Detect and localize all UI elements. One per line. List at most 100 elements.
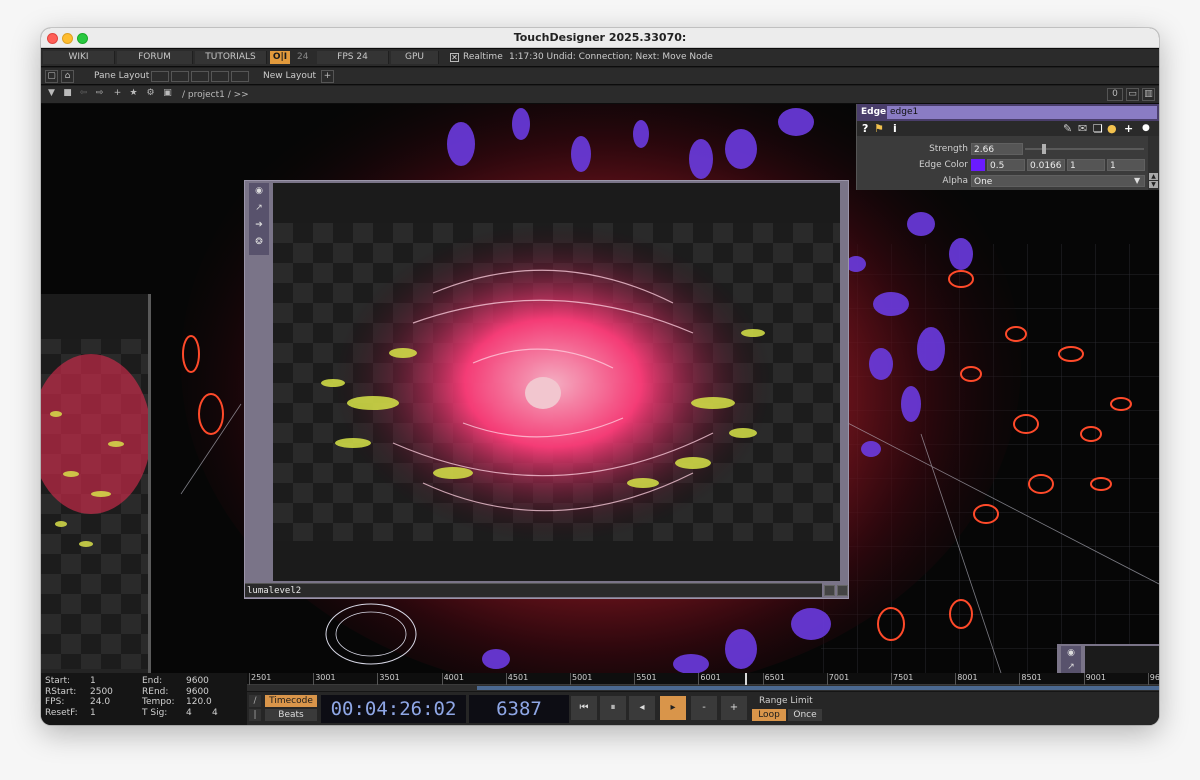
fps-value[interactable]: 24.0: [90, 697, 110, 708]
edge-color-a-field[interactable]: 1: [1107, 159, 1145, 171]
step-plus-button[interactable]: +: [721, 696, 747, 720]
comment-icon[interactable]: ✉: [1078, 122, 1087, 135]
python-expression-icon[interactable]: ●: [1107, 122, 1117, 135]
info-icon[interactable]: i: [893, 122, 897, 135]
gear-icon[interactable]: ⚙: [144, 88, 157, 101]
new-layout-label[interactable]: New Layout: [263, 70, 316, 83]
title-bar: TouchDesigner 2025.33070:: [41, 28, 1159, 48]
time-row-1: Start: 1 End: 9600: [45, 676, 245, 687]
realtime-checkbox[interactable]: ✕: [450, 53, 459, 62]
ruler-tick-line: [313, 673, 315, 685]
viewer-active-icon[interactable]: ◉: [253, 185, 265, 197]
loop-toggle[interactable]: Loop: [752, 709, 786, 721]
node-bypass-icon[interactable]: ↗: [1065, 661, 1077, 673]
edge-color-g-field[interactable]: 0.0166: [1027, 159, 1065, 171]
scroll-down-icon[interactable]: ▼: [1149, 181, 1158, 188]
pause-button[interactable]: ⏸: [600, 696, 626, 720]
range-fill[interactable]: [477, 686, 1159, 690]
play-button[interactable]: ▸: [660, 696, 686, 720]
viewer-bypass-icon[interactable]: ↗: [253, 202, 265, 214]
layout-triple-button[interactable]: [211, 71, 229, 82]
bottom-right-node[interactable]: ◉ ↗: [1057, 644, 1159, 673]
parameter-scrollbar[interactable]: ▲ ▼: [1148, 136, 1159, 190]
edit-icon[interactable]: ✎: [1063, 122, 1072, 135]
strength-field[interactable]: 2.66: [971, 143, 1023, 155]
ruler-tick-label: 6001: [700, 673, 721, 682]
add-layout-button[interactable]: +: [321, 70, 334, 83]
edge-color-b-field[interactable]: 1: [1067, 159, 1105, 171]
network-editor[interactable]: ◉ ↗ ➔ ❂ lumalevel2 Edge edge1 ? ⚑ i ✎ ✉ …: [41, 104, 1159, 673]
stop-icon[interactable]: ■: [61, 88, 74, 101]
ruler-tick-line: [570, 673, 571, 685]
left-node-viewer[interactable]: [41, 294, 151, 673]
edge-color-param: Edge Color 0.5 0.0166 1 1: [857, 158, 1146, 172]
menu-wiki[interactable]: WIKI: [43, 51, 115, 64]
end-value[interactable]: 9600: [186, 676, 209, 687]
add-op-icon[interactable]: +: [111, 88, 124, 101]
viewer-expand-button[interactable]: [837, 585, 848, 596]
back-icon[interactable]: ⇦: [77, 88, 90, 101]
menu-tutorials[interactable]: TUTORIALS: [195, 51, 267, 64]
tsig-a-value[interactable]: 4: [186, 708, 192, 719]
strength-slider-handle[interactable]: [1042, 144, 1046, 154]
layout-quad-button[interactable]: [191, 71, 209, 82]
forward-icon[interactable]: ⇨: [93, 88, 106, 101]
edge-color-swatch[interactable]: [971, 159, 985, 171]
playhead[interactable]: [745, 673, 747, 685]
viewer-arrow-icon[interactable]: ➔: [253, 219, 265, 231]
alpha-menu[interactable]: One: [971, 175, 1145, 187]
pane-layout-label: Pane Layout: [94, 71, 150, 81]
ruler-tick-label: 3501: [379, 673, 400, 682]
timecode-display[interactable]: 00:04:26:02: [321, 695, 466, 723]
tsig-label: T Sig:: [142, 707, 168, 718]
viewer-cook-icon[interactable]: ❂: [253, 236, 265, 248]
menu-forum[interactable]: FORUM: [117, 51, 193, 64]
bookmark-star-icon[interactable]: ★: [127, 88, 140, 101]
step-back-button[interactable]: ◂: [629, 696, 655, 720]
beats-mode-icon[interactable]: |: [249, 709, 261, 721]
help-icon[interactable]: ?: [862, 122, 868, 135]
beats-toggle[interactable]: Beats: [265, 709, 317, 721]
range-bar[interactable]: [247, 685, 1159, 691]
step-minus-button[interactable]: -: [691, 696, 717, 720]
maximize-pane-icon[interactable]: ▭: [1126, 88, 1139, 101]
close-parameter-icon[interactable]: ●: [1142, 122, 1150, 135]
timecode-toggle[interactable]: Timecode: [265, 695, 317, 707]
resetf-value[interactable]: 1: [90, 708, 96, 719]
home-icon[interactable]: ⌂: [61, 70, 74, 83]
once-toggle[interactable]: Once: [788, 709, 822, 721]
tsig-b-value[interactable]: 4: [212, 708, 218, 719]
scroll-up-icon[interactable]: ▲: [1149, 173, 1158, 180]
operator-name-field[interactable]: edge1: [887, 106, 1157, 119]
edge-color-r-field[interactable]: 0.5: [987, 159, 1025, 171]
tempo-value[interactable]: 120.0: [186, 697, 212, 708]
network-icon[interactable]: ▣: [161, 88, 174, 101]
layout-grid-button[interactable]: [231, 71, 249, 82]
layout-single-button[interactable]: [151, 71, 169, 82]
lumalevel-node-viewer[interactable]: ◉ ↗ ➔ ❂ lumalevel2: [244, 180, 849, 599]
viewer-viewer-toggle[interactable]: [824, 585, 835, 596]
timeline-ruler[interactable]: 2501 3001 3501 4001 4501 5001 5501 6001 6501 7001…: [247, 673, 1159, 685]
gpu-button[interactable]: GPU: [391, 51, 439, 64]
perform-mode-button[interactable]: O|I: [270, 51, 290, 64]
rend-value[interactable]: 9600: [186, 687, 209, 698]
node-active-icon[interactable]: ◉: [1065, 647, 1077, 659]
viewer-node-name[interactable]: lumalevel2: [245, 583, 822, 597]
timecode-mode-icon[interactable]: /: [249, 695, 261, 707]
rewind-button[interactable]: ⏮: [571, 696, 597, 720]
frame-display[interactable]: 6387: [469, 695, 569, 723]
pane-toggle-icon[interactable]: ▢: [45, 70, 58, 83]
pane-menu-icon[interactable]: ▼: [45, 88, 58, 101]
ruler-tick-label: 8001: [957, 673, 978, 682]
split-pane-icon[interactable]: ▥: [1142, 88, 1155, 101]
bottom-right-node-preview: [1085, 646, 1159, 673]
ruler-tick-line: [955, 673, 957, 685]
chevron-down-icon[interactable]: ▼: [1134, 175, 1140, 187]
network-path[interactable]: / project1 / >>: [182, 88, 249, 102]
python-icon[interactable]: ⚑: [874, 122, 884, 135]
copy-icon[interactable]: ❏: [1093, 122, 1103, 135]
layout-split-button[interactable]: [171, 71, 189, 82]
start-value[interactable]: 1: [90, 676, 96, 687]
rstart-value[interactable]: 2500: [90, 687, 113, 698]
add-parameter-icon[interactable]: +: [1124, 122, 1133, 135]
